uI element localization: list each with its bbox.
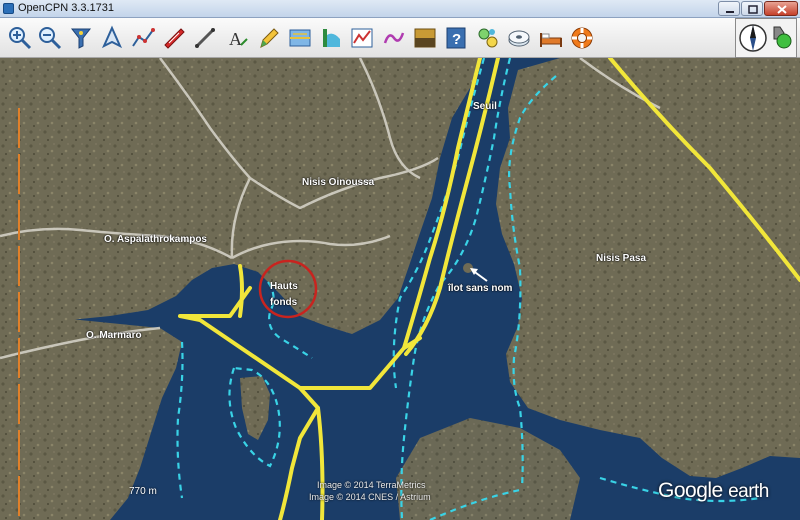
- zoom-in-button[interactable]: [4, 22, 34, 52]
- lifebuoy-button[interactable]: [566, 22, 596, 52]
- disk-icon: [508, 30, 530, 47]
- label-seuil: Seuil: [473, 101, 497, 112]
- main-toolbar: A ?: [0, 18, 800, 58]
- graph-icon: [351, 28, 373, 48]
- zoom-out-icon: [39, 27, 62, 50]
- chart-window-button[interactable]: [284, 22, 314, 52]
- route-icon: [132, 28, 155, 47]
- squiggle-button[interactable]: [378, 22, 408, 52]
- label-marmaro: O. Marmaro: [86, 330, 142, 341]
- ais-icon: [478, 28, 498, 48]
- chart-filter-icon: [70, 28, 92, 49]
- help-button[interactable]: ?: [440, 22, 470, 52]
- gps-status-icon: [773, 26, 792, 49]
- islet-unnamed: [463, 263, 473, 273]
- compass-widget[interactable]: [735, 18, 797, 58]
- layers-icon: [414, 28, 436, 48]
- label-oinoussa: Nisis Oinoussa: [302, 177, 375, 188]
- label-hauts: Hauts: [270, 281, 298, 292]
- route-button[interactable]: [127, 22, 157, 52]
- boat-icon: [164, 28, 185, 49]
- window-title: OpenCPN 3.3.1731: [18, 2, 115, 14]
- maximize-button[interactable]: [741, 1, 763, 16]
- attribution-terrametrics: Image © 2014 TerraMetrics: [317, 480, 426, 490]
- ownship-icon: [101, 25, 123, 49]
- label-fonds: fonds: [270, 297, 298, 308]
- ais-button[interactable]: [472, 22, 502, 52]
- help-icon: ?: [446, 27, 466, 49]
- attribution-cnes: Image © 2014 CNES / Astrium: [309, 492, 431, 502]
- chart-canvas[interactable]: Seuil Nisis Oinoussa O. Aspalathrokampos…: [0, 58, 800, 520]
- svg-text:A: A: [229, 29, 242, 49]
- app-icon: [3, 3, 14, 14]
- pencil-icon: [260, 28, 279, 48]
- text-tool-button[interactable]: A: [221, 22, 251, 52]
- layers-button[interactable]: [409, 22, 439, 52]
- pencil-button[interactable]: [252, 22, 282, 52]
- measure-icon: [195, 28, 215, 48]
- boat-button[interactable]: [158, 22, 188, 52]
- tide-icon: [323, 29, 340, 47]
- compass-icon: [739, 24, 767, 52]
- label-pasa: Nisis Pasa: [596, 253, 647, 264]
- google-earth-watermark: Google earth: [658, 479, 769, 503]
- label-aspalathrokampos: O. Aspalathrokampos: [104, 234, 207, 245]
- bed-button[interactable]: [535, 22, 565, 52]
- squiggle-icon: [383, 32, 405, 44]
- ownship-button[interactable]: [96, 22, 126, 52]
- lifebuoy-icon: [571, 27, 593, 49]
- bed-icon: [540, 33, 562, 47]
- chart-map: [0, 58, 800, 520]
- close-button[interactable]: [764, 1, 798, 16]
- title-bar: OpenCPN 3.3.1731: [0, 0, 800, 18]
- chart-filter-button[interactable]: [65, 22, 95, 52]
- graph-button[interactable]: [346, 22, 376, 52]
- text-tool-icon: A: [229, 29, 248, 49]
- watermark-google: Google: [658, 479, 723, 502]
- tide-button[interactable]: [315, 22, 345, 52]
- zoom-in-icon: [9, 27, 32, 50]
- minimize-button[interactable]: [718, 1, 740, 16]
- label-ilot: îlot sans nom: [448, 283, 513, 294]
- zoom-out-button[interactable]: [34, 22, 64, 52]
- chart-window-icon: [289, 29, 311, 47]
- measure-button[interactable]: [189, 22, 219, 52]
- svg-text:?: ?: [452, 31, 461, 48]
- scale-label: 770 m: [129, 486, 157, 497]
- disk-button[interactable]: [503, 22, 533, 52]
- watermark-earth: earth: [728, 481, 769, 502]
